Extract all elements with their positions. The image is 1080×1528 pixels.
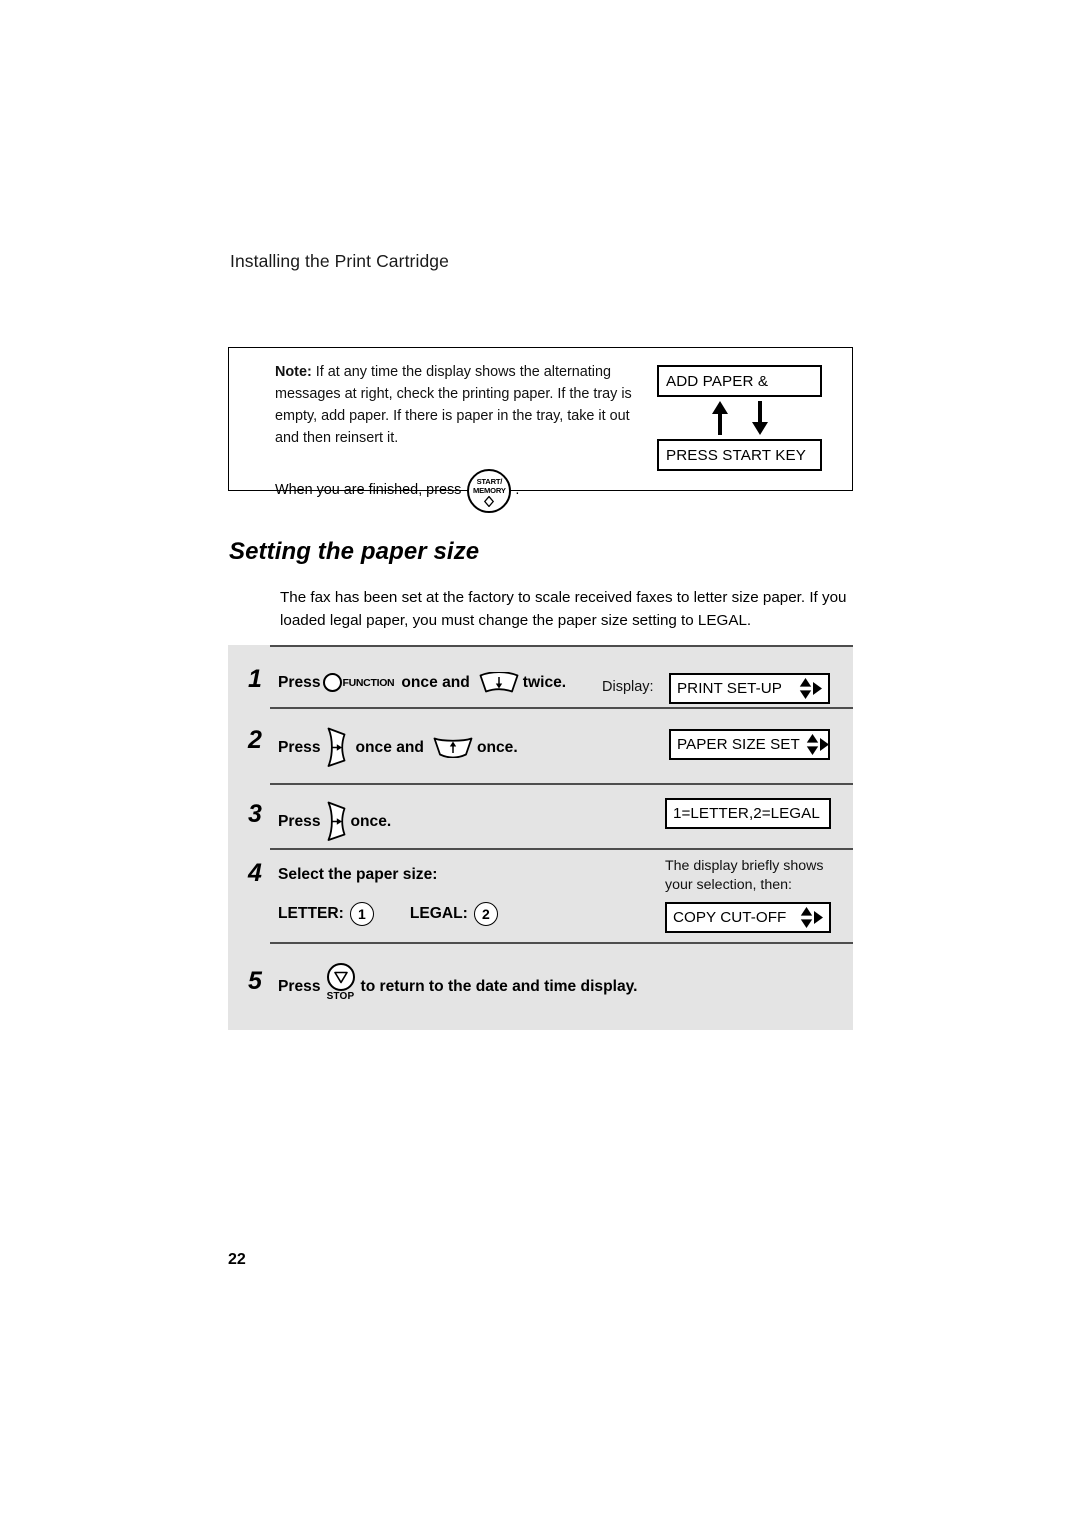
- press-label: Press: [278, 738, 321, 756]
- step-3-end-text: once.: [350, 812, 392, 830]
- up-down-arrows-icon: [806, 734, 818, 755]
- stop-key-icon[interactable]: STOP: [324, 963, 358, 1005]
- note-body-text: If at any time the display shows the alt…: [275, 364, 632, 447]
- step-divider: [270, 707, 853, 710]
- step-1-instruction: Press FUNCTION once and twice.: [278, 672, 566, 693]
- note-label: Note:: [275, 364, 312, 380]
- step-4-note-line2: your selection, then:: [665, 877, 792, 893]
- note-finish-prefix: When you are finished, press: [275, 482, 462, 499]
- start-memory-key-icon[interactable]: START/ MEMORY: [467, 469, 512, 514]
- step-2-end-text: once.: [476, 738, 518, 756]
- note-finish-line: When you are finished, press START/ MEMO…: [275, 469, 635, 514]
- step-5-instruction: Press STOP to return to the date and tim…: [278, 963, 637, 1005]
- up-down-arrows-icon: [800, 907, 813, 928]
- letter-key-1-icon[interactable]: 1: [349, 902, 374, 926]
- function-key-label: FUNCTION: [342, 676, 395, 689]
- note-paragraph: Note: If at any time the display shows t…: [275, 361, 635, 449]
- running-head: Installing the Print Cartridge: [230, 251, 449, 271]
- legal-key-2-icon[interactable]: 2: [473, 902, 498, 926]
- right-arrow-key-icon[interactable]: [325, 727, 347, 768]
- step-4-title: Select the paper size:: [278, 866, 438, 883]
- lcd-nav-indicator: [800, 907, 823, 928]
- step-4: 4 Select the paper size: LETTER: 1 LEGAL…: [228, 857, 853, 942]
- note-box: Note: If at any time the display shows t…: [228, 347, 853, 514]
- stop-triangle-icon: [333, 971, 348, 984]
- step-2-instruction: Press once and once.: [278, 727, 518, 768]
- up-arrow-key-icon[interactable]: [433, 737, 473, 758]
- lcd-copy-cut-off: COPY CUT-OFF: [665, 902, 831, 933]
- lcd-nav-indicator: [806, 734, 829, 755]
- function-key-circle: [322, 673, 342, 692]
- step-3-instruction: Press once.: [278, 801, 391, 842]
- lcd-letter-legal-prompt: 1=LETTER,2=LEGAL: [665, 798, 831, 829]
- section-intro-text: The fax has been set at the factory to s…: [280, 589, 847, 630]
- alternating-display-group: ADD PAPER & PRESS START KEY: [657, 365, 822, 471]
- step-divider: [270, 942, 853, 945]
- lcd-copy-cut-off-text: COPY CUT-OFF: [673, 909, 787, 926]
- step-number: 5: [248, 967, 262, 995]
- step-2-mid-text: once and: [355, 738, 424, 756]
- step-divider: [270, 783, 853, 786]
- note-text-block: Note: If at any time the display shows t…: [275, 361, 635, 514]
- step-1-mid-text: once and: [401, 673, 470, 691]
- display-label: Display:: [602, 679, 654, 695]
- note-finish-suffix: .: [515, 482, 520, 499]
- page-title: Setting the paper size: [229, 538, 480, 565]
- step-divider: [270, 645, 853, 648]
- letter-option-label: LETTER:: [278, 905, 344, 922]
- step-5-end-text: to return to the date and time display.: [360, 978, 638, 995]
- step-number: 2: [248, 726, 262, 754]
- function-key-icon[interactable]: FUNCTION: [322, 673, 395, 692]
- press-label: Press: [278, 978, 321, 995]
- step-5: 5 Press STOP to return to the date and t…: [228, 955, 853, 1015]
- right-arrow-key-icon[interactable]: [325, 801, 347, 842]
- step-3: 3 Press once. 1=LETTER,2=LEGAL: [228, 793, 853, 849]
- step-1-end-text: twice.: [522, 673, 567, 691]
- up-down-arrows-icon: [799, 678, 812, 699]
- right-arrow-icon: [813, 682, 822, 695]
- arrow-down-icon: [751, 401, 768, 435]
- step-2: 2 Press once and once. PAPER SIZE SET: [228, 719, 853, 779]
- step-number: 1: [248, 665, 262, 693]
- step-1: 1 Press FUNCTION once and twice. Display…: [228, 663, 853, 707]
- lcd-paper-size-set-text: PAPER SIZE SET: [677, 736, 800, 753]
- diamond-outline-icon: [484, 496, 495, 508]
- arrow-up-icon: [711, 401, 728, 435]
- step-4-note-line1: The display briefly shows: [665, 858, 824, 874]
- step-number: 4: [248, 859, 262, 887]
- right-arrow-icon: [819, 738, 829, 751]
- start-memory-line2: MEMORY: [473, 486, 506, 496]
- legal-option-label: LEGAL:: [409, 905, 468, 922]
- lcd-letter-legal-prompt-text: 1=LETTER,2=LEGAL: [673, 805, 820, 822]
- page-number: 22: [228, 1251, 246, 1268]
- lcd-nav-indicator: [799, 678, 822, 699]
- lcd-add-paper-text: ADD PAPER &: [666, 372, 769, 390]
- down-arrow-key-icon[interactable]: [479, 672, 519, 693]
- lcd-print-set-up-text: PRINT SET-UP: [677, 680, 782, 697]
- lcd-press-start-key-text: PRESS START KEY: [666, 446, 806, 464]
- press-label: Press: [278, 812, 321, 830]
- lcd-add-paper: ADD PAPER &: [657, 365, 822, 397]
- step-4-options: LETTER: 1 LEGAL: 2: [278, 902, 500, 926]
- stop-key-label: STOP: [326, 991, 355, 1002]
- press-label: Press: [278, 673, 321, 691]
- lcd-paper-size-set: PAPER SIZE SET: [669, 729, 830, 760]
- steps-panel: 1 Press FUNCTION once and twice. Display…: [228, 645, 853, 1030]
- lcd-press-start-key: PRESS START KEY: [657, 439, 822, 471]
- right-arrow-icon: [814, 911, 823, 924]
- alternation-arrows: [657, 397, 822, 439]
- lcd-print-set-up: PRINT SET-UP: [669, 673, 830, 704]
- start-memory-line1: START/: [476, 477, 503, 487]
- step-number: 3: [248, 800, 262, 828]
